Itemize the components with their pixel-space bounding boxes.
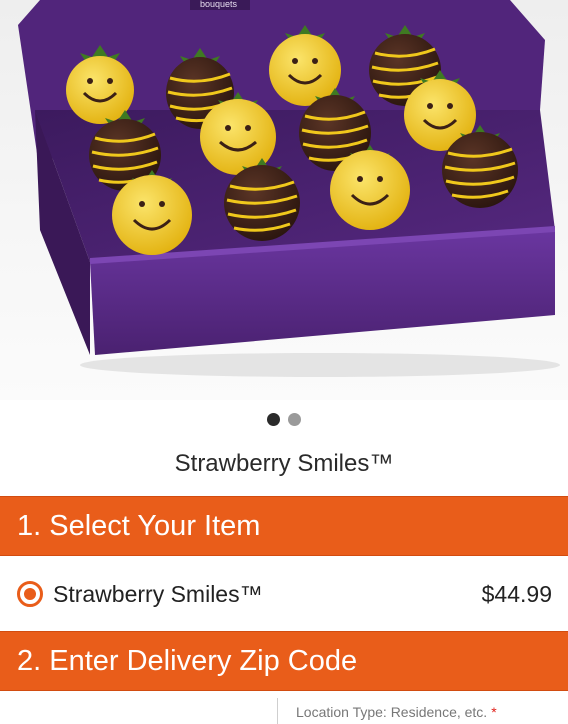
item-name: Strawberry Smiles™ — [53, 580, 263, 607]
step-1-label: 1. Select Your Item — [17, 509, 261, 542]
product-image[interactable]: bouquets — [0, 0, 568, 400]
carousel-indicators — [0, 413, 568, 426]
delivery-form: Location Type: Residence, etc. * — [0, 692, 568, 724]
item-option-row[interactable]: Strawberry Smiles™ $44.99 — [0, 557, 568, 631]
location-type-text: Location Type: Residence, etc. — [296, 704, 488, 720]
product-title: Strawberry Smiles™ — [174, 450, 394, 477]
box-brand-text: bouquets — [200, 0, 238, 9]
radio-dot-icon — [24, 588, 36, 600]
item-price: $44.99 — [481, 580, 552, 607]
step-2-header: 2. Enter Delivery Zip Code — [0, 631, 568, 691]
strawberry-box-illustration: bouquets — [18, 0, 560, 377]
field-divider — [277, 698, 278, 724]
step-1-header: 1. Select Your Item — [0, 496, 568, 556]
carousel-dot-1[interactable] — [267, 413, 280, 426]
item-radio-selected-icon[interactable] — [17, 581, 43, 607]
carousel-dot-2[interactable] — [288, 413, 301, 426]
step-2-label: 2. Enter Delivery Zip Code — [17, 644, 358, 677]
required-indicator: * — [491, 704, 497, 720]
location-type-label: Location Type: Residence, etc. * — [296, 704, 497, 720]
